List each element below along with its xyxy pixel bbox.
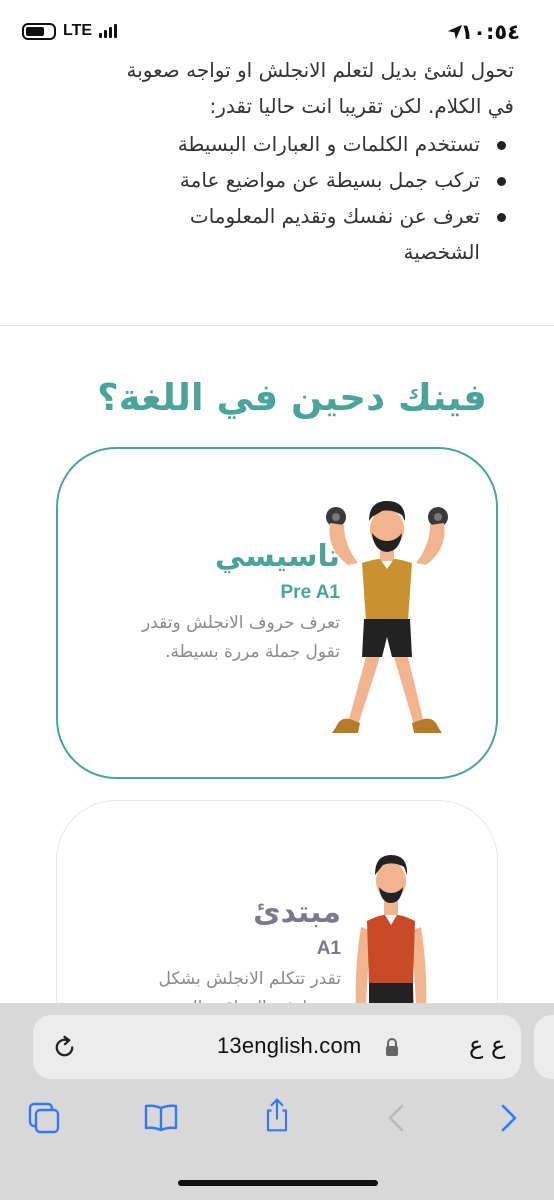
level-description-line: تقدر تتكلم الانجلش بشكل (158, 969, 341, 989)
page-settings-button[interactable]: ع ع (469, 1031, 505, 1059)
bullet-icon (497, 177, 506, 186)
next-tab-preview[interactable] (534, 1015, 554, 1079)
list-item: تركب جمل بسيطة عن مواضيع عامة (34, 162, 514, 198)
lock-icon (386, 1038, 398, 1056)
level-description-line: تعرف حروف الانجلش وتقدر (142, 613, 340, 633)
tabs-icon[interactable] (26, 1100, 62, 1136)
bullet-icon (497, 141, 506, 150)
signal-icon (99, 24, 118, 38)
list-item: تعرف عن نفسك وتقديم المعلومات الشخصية (34, 198, 514, 270)
level-title: تاسيسي (214, 539, 340, 574)
level-code: Pre A1 (280, 582, 341, 603)
bookmarks-icon[interactable] (143, 1100, 179, 1136)
level-card-pre-a1[interactable]: تاسيسي Pre A1 تعرف حروف الانجلش وتقدر تق… (56, 447, 498, 779)
list-item: تستخدم الكلمات و العبارات البسيطة (34, 126, 514, 162)
address-bar[interactable]: 13english.com ع ع (33, 1015, 521, 1079)
bullet-icon (497, 213, 506, 222)
man-dumbbells-illustration (326, 501, 448, 733)
share-icon[interactable] (259, 1097, 295, 1133)
status-bar: LTE ١٠:٥٤ (0, 0, 554, 62)
level-code: A1 (316, 938, 341, 959)
reload-icon[interactable] (51, 1034, 78, 1061)
level-card-text: تاسيسي Pre A1 تعرف حروف الانجلش وتقدر تق… (80, 537, 340, 667)
intro-text: تحول لشئ بديل لتعلم الانجلش او تواجه صعو… (34, 52, 515, 270)
abilities-list: تستخدم الكلمات و العبارات البسيطة تركب ج… (34, 126, 514, 270)
forward-icon[interactable] (491, 1100, 527, 1136)
level-description-line: تقول جملة مررة بسيطة. (165, 642, 340, 662)
network-label: LTE (63, 22, 93, 39)
home-indicator (178, 1180, 378, 1186)
back-icon[interactable] (380, 1100, 416, 1136)
section-title: فينك دحين في اللغة؟ (97, 376, 487, 419)
list-item-text: تركب جمل بسيطة عن مواضيع عامة (179, 168, 480, 192)
list-item-text: تستخدم الكلمات و العبارات البسيطة (177, 132, 480, 156)
status-indicators: LTE (22, 22, 118, 40)
intro-line-2: في الكلام. لكن تقريبا انت حاليا تقدر: (209, 94, 514, 118)
battery-icon (22, 22, 56, 40)
list-item-text: تعرف عن نفسك وتقديم المعلومات (189, 204, 480, 228)
level-title: مبتدئ (253, 895, 341, 930)
browser-toolbar: 13english.com ع ع (0, 1003, 554, 1200)
url-text[interactable]: 13english.com (217, 1033, 361, 1059)
section-divider (0, 325, 554, 326)
status-time: ١٠:٥٤ (460, 20, 520, 44)
list-item-text-continued: الشخصية (403, 240, 480, 264)
level-description: تعرف حروف الانجلش وتقدر تقول جملة مررة ب… (80, 609, 340, 667)
